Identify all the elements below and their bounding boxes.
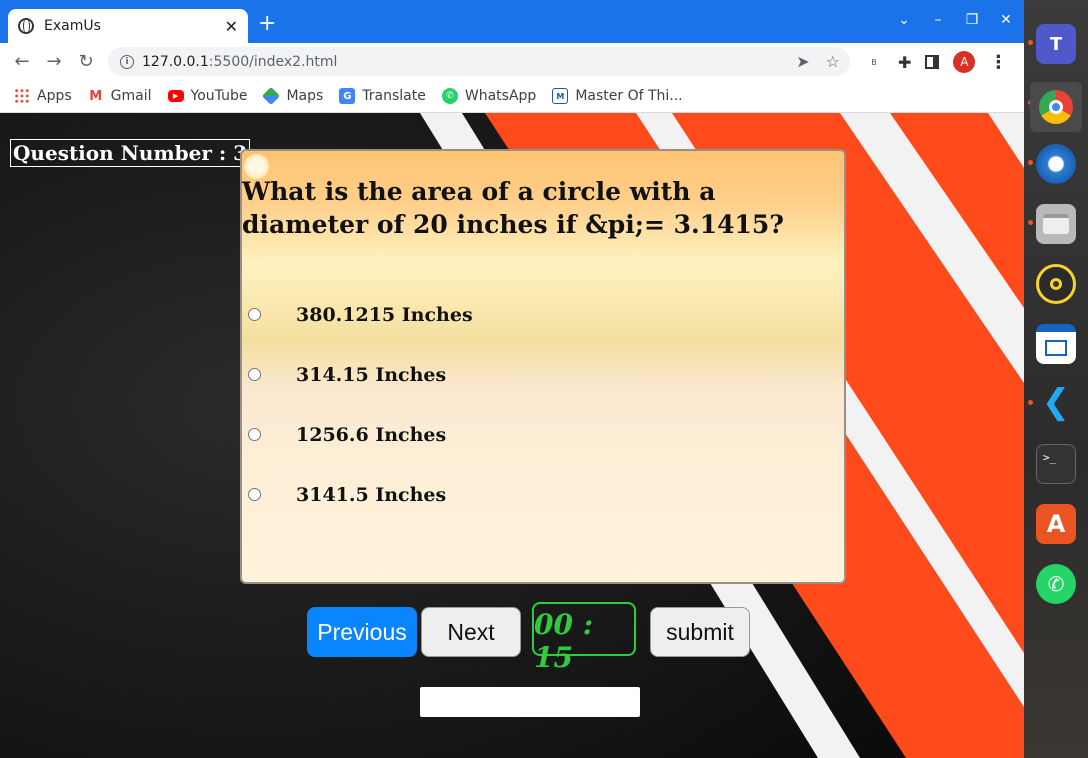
new-tab-icon[interactable]: + — [258, 12, 276, 36]
bookmark-gmail[interactable]: M Gmail — [88, 88, 152, 104]
result-box — [420, 687, 640, 717]
software-center-icon[interactable]: A — [1036, 504, 1076, 544]
bookmark-label: Translate — [362, 88, 426, 104]
question-card: What is the area of a circle with a diam… — [240, 149, 846, 584]
send-icon[interactable]: ➤ — [796, 52, 809, 71]
bookmarks-bar: Apps M Gmail ▶ YouTube Maps G Translate … — [0, 80, 1024, 113]
profile-avatar[interactable]: A — [953, 51, 976, 73]
bookmark-star-icon[interactable]: ☆ — [826, 52, 840, 71]
bookmark-master-of-thi[interactable]: M Master Of Thi... — [552, 88, 683, 104]
next-button[interactable]: Next — [421, 607, 521, 657]
bookmark-apps[interactable]: Apps — [14, 88, 72, 104]
writer-icon[interactable] — [1036, 324, 1076, 364]
tab-title: ExamUs — [44, 18, 101, 34]
option-2-radio[interactable] — [248, 368, 261, 381]
countdown-timer: 00 : 15 — [532, 602, 636, 674]
reload-icon[interactable]: ↻ — [70, 51, 102, 72]
bookmark-label: Master Of Thi... — [575, 88, 683, 104]
chrome-dock-slot[interactable] — [1030, 82, 1082, 132]
gmail-icon: M — [89, 88, 103, 104]
bookmark-label: Apps — [37, 88, 72, 104]
option-3-label[interactable]: 1256.6 Inches — [296, 424, 446, 446]
bookmark-whatsapp[interactable]: ✆ WhatsApp — [441, 88, 537, 104]
question-number-label: Question Number : 3 — [10, 139, 251, 167]
extensions-area: B ✚ A ⋮ — [864, 51, 1007, 73]
previous-button[interactable]: Previous — [307, 607, 417, 657]
whatsapp-dock-icon[interactable]: ✆ — [1036, 564, 1076, 604]
exam-page: Question Number : 3 What is the area of … — [0, 113, 1024, 758]
submit-button[interactable]: submit — [650, 607, 750, 657]
extensions-puzzle-icon[interactable]: ✚ — [898, 53, 911, 72]
browser-menu-icon[interactable]: ⋮ — [989, 52, 1007, 73]
apps-grid-icon — [14, 88, 30, 104]
running-indicator — [1028, 40, 1033, 45]
browser-toolbar: ← → ↻ i 127.0.0.1:5500/index2.html ➤ ☆ B… — [0, 43, 1024, 80]
chrome-icon — [1039, 90, 1073, 124]
bookmark-label: Gmail — [110, 88, 152, 104]
ubuntu-dock: T ❮ >_ A ✆ — [1024, 0, 1088, 758]
maps-icon — [262, 86, 281, 106]
running-indicator — [1028, 220, 1033, 225]
rhythmbox-icon[interactable] — [1036, 264, 1076, 304]
address-bar[interactable]: i 127.0.0.1:5500/index2.html ➤ ☆ — [108, 47, 850, 76]
option-3-radio[interactable] — [248, 428, 261, 441]
option-4-radio[interactable] — [248, 488, 261, 501]
globe-icon — [18, 18, 34, 34]
restore-icon[interactable]: ❐ — [964, 12, 980, 28]
youtube-icon: ▶ — [167, 90, 184, 102]
browser-tab[interactable]: ExamUs ✕ — [8, 9, 248, 43]
bookmark-maps[interactable]: Maps — [262, 86, 324, 106]
terminal-icon[interactable]: >_ — [1036, 444, 1076, 484]
url-host: 127.0.0.1 — [142, 53, 209, 70]
bookmark-translate[interactable]: G Translate — [339, 88, 426, 104]
url-path: :5500/index2.html — [208, 53, 338, 70]
tab-search-icon[interactable]: ⌄ — [896, 12, 912, 28]
files-icon[interactable] — [1036, 204, 1076, 244]
translate-icon: G — [339, 88, 356, 104]
vscode-icon[interactable]: ❮ — [1036, 382, 1076, 422]
site-info-icon[interactable]: i — [120, 54, 134, 69]
browser-titlebar: ExamUs ✕ + ⌄ – ❐ ✕ — [0, 0, 1024, 43]
extension-b-icon[interactable]: B — [864, 52, 884, 72]
back-icon[interactable]: ← — [6, 51, 38, 72]
bookmark-youtube[interactable]: ▶ YouTube — [167, 88, 248, 104]
tab-close-icon[interactable]: ✕ — [225, 17, 238, 36]
option-2-label[interactable]: 314.15 Inches — [296, 364, 446, 386]
window-controls: ⌄ – ❐ ✕ — [896, 12, 1014, 28]
minimize-icon[interactable]: – — [930, 12, 946, 28]
option-3[interactable]: 1256.6 Inches — [248, 424, 446, 446]
thunderbird-icon[interactable] — [1036, 144, 1076, 184]
running-indicator — [1028, 400, 1033, 405]
option-4[interactable]: 3141.5 Inches — [248, 484, 446, 506]
option-1[interactable]: 380.1215 Inches — [248, 304, 473, 326]
running-indicator — [1028, 160, 1033, 165]
option-2[interactable]: 314.15 Inches — [248, 364, 446, 386]
question-text: What is the area of a circle with a diam… — [242, 177, 784, 239]
bookmark-label: Maps — [286, 88, 324, 104]
option-1-radio[interactable] — [248, 308, 261, 321]
option-1-label[interactable]: 380.1215 Inches — [296, 304, 473, 326]
bookmark-label: YouTube — [190, 88, 248, 104]
whatsapp-icon: ✆ — [441, 88, 458, 104]
master-of-thi-icon: M — [552, 88, 569, 104]
close-window-icon[interactable]: ✕ — [998, 12, 1014, 28]
forward-icon[interactable]: → — [38, 51, 70, 72]
side-panel-icon[interactable] — [925, 55, 940, 69]
teams-icon[interactable]: T — [1036, 24, 1076, 64]
option-4-label[interactable]: 3141.5 Inches — [296, 484, 446, 506]
bookmark-label: WhatsApp — [464, 88, 537, 104]
url-text: 127.0.0.1:5500/index2.html — [142, 54, 337, 70]
